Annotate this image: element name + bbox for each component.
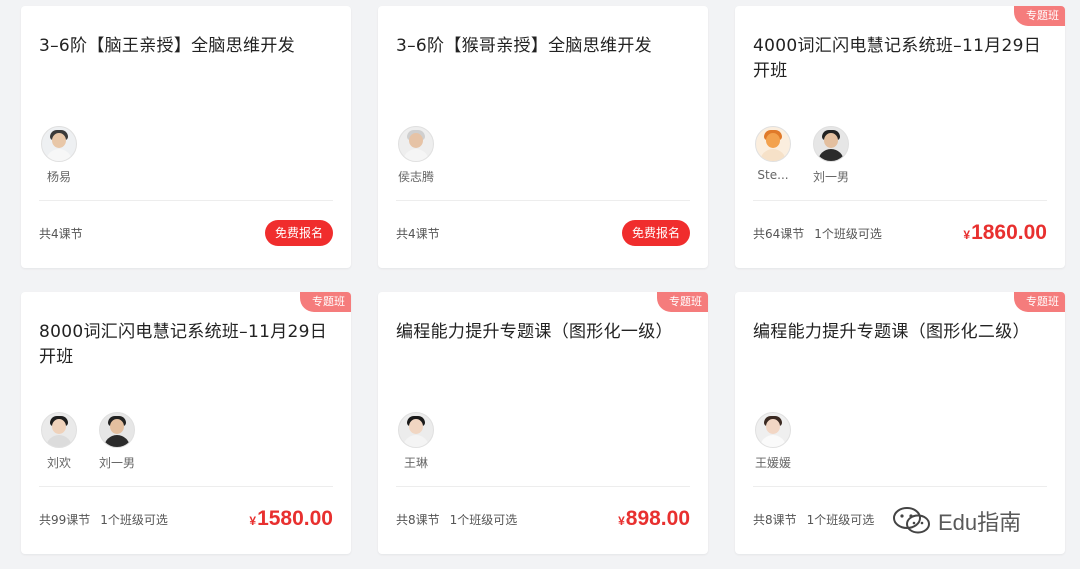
topic-class-badge: 专题班 — [1014, 6, 1065, 26]
class-options: 1个班级可选 — [100, 512, 168, 527]
avatar — [41, 412, 77, 448]
class-options: 1个班级可选 — [814, 226, 882, 241]
course-price: ¥898.00 — [618, 507, 690, 531]
teacher-name: 王媛媛 — [754, 456, 791, 470]
teacher-list: 杨易 — [39, 126, 79, 185]
course-meta: 共4课节 — [39, 225, 83, 242]
course-card[interactable]: 专题班 编程能力提升专题课（图形化一级） 王琳 共8课节 1个班级可选 ¥898… — [378, 292, 708, 554]
topic-class-badge: 专题班 — [657, 292, 708, 312]
currency-symbol: ¥ — [618, 514, 625, 528]
card-footer: 共8课节 1个班级可选 — [753, 497, 1047, 541]
class-options: 1个班级可选 — [806, 512, 875, 527]
course-meta: 共8课节 1个班级可选 — [396, 511, 517, 528]
course-price: ¥1580.00 — [249, 507, 333, 531]
course-card[interactable]: 3–6阶【脑王亲授】全脑思维开发 杨易 共4课节 免费报名 — [21, 6, 351, 268]
lesson-count: 共8课节 — [753, 512, 797, 527]
course-meta: 共4课节 — [396, 225, 440, 242]
teacher[interactable]: 刘欢 — [39, 412, 79, 471]
divider — [753, 200, 1047, 201]
topic-class-badge: 专题班 — [1014, 292, 1065, 312]
course-title[interactable]: 编程能力提升专题课（图形化二级） — [753, 320, 1043, 345]
teacher[interactable]: 杨易 — [39, 126, 79, 185]
avatar — [99, 412, 135, 448]
course-title[interactable]: 8000词汇闪电慧记系统班–11月29日开班 — [39, 320, 329, 370]
course-card[interactable]: 专题班 4000词汇闪电慧记系统班–11月29日开班 Ste... 刘一男 共6… — [735, 6, 1065, 268]
topic-class-badge: 专题班 — [300, 292, 351, 312]
teacher[interactable]: 刘一男 — [97, 412, 137, 471]
course-meta: 共64课节 1个班级可选 — [753, 225, 882, 242]
teacher-name: 王琳 — [403, 456, 428, 470]
lesson-count: 共99课节 — [39, 512, 91, 527]
divider — [396, 486, 690, 487]
card-footer: 共99课节 1个班级可选 ¥1580.00 — [39, 497, 333, 541]
teacher-list: 王琳 — [396, 412, 436, 471]
price-value: 898.00 — [625, 507, 690, 530]
teacher[interactable]: 侯志腾 — [396, 126, 436, 185]
teacher-list: 刘欢 刘一男 — [39, 412, 137, 471]
teacher-name: 刘一男 — [812, 170, 849, 184]
course-price: ¥1860.00 — [963, 221, 1047, 245]
teacher-list: Ste... 刘一男 — [753, 126, 851, 185]
teacher[interactable]: 王媛媛 — [753, 412, 793, 471]
price-value: 1580.00 — [257, 507, 333, 530]
teacher[interactable]: Ste... — [753, 126, 793, 185]
avatar — [398, 126, 434, 162]
teacher-name: Ste... — [757, 168, 789, 182]
teacher-list: 侯志腾 — [396, 126, 436, 185]
divider — [39, 200, 333, 201]
course-title[interactable]: 3–6阶【猴哥亲授】全脑思维开发 — [396, 34, 686, 59]
course-card[interactable]: 专题班 编程能力提升专题课（图形化二级） 王媛媛 共8课节 1个班级可选 — [735, 292, 1065, 554]
teacher[interactable]: 王琳 — [396, 412, 436, 471]
divider — [39, 486, 333, 487]
lesson-count: 共4课节 — [396, 226, 440, 241]
avatar — [755, 412, 791, 448]
currency-symbol: ¥ — [249, 514, 257, 528]
course-title[interactable]: 4000词汇闪电慧记系统班–11月29日开班 — [753, 34, 1043, 84]
teacher-name: 侯志腾 — [397, 170, 434, 184]
class-options: 1个班级可选 — [449, 512, 518, 527]
course-title[interactable]: 编程能力提升专题课（图形化一级） — [396, 320, 686, 345]
course-card[interactable]: 3–6阶【猴哥亲授】全脑思维开发 侯志腾 共4课节 免费报名 — [378, 6, 708, 268]
divider — [396, 200, 690, 201]
course-meta: 共8课节 1个班级可选 — [753, 511, 874, 528]
avatar — [755, 126, 791, 162]
divider — [753, 486, 1047, 487]
currency-symbol: ¥ — [963, 228, 971, 242]
course-title[interactable]: 3–6阶【脑王亲授】全脑思维开发 — [39, 34, 329, 59]
card-footer: 共4课节 免费报名 — [39, 211, 333, 255]
free-signup-button[interactable]: 免费报名 — [264, 220, 333, 246]
lesson-count: 共64课节 — [753, 226, 805, 241]
course-meta: 共99课节 1个班级可选 — [39, 511, 168, 528]
course-card[interactable]: 专题班 8000词汇闪电慧记系统班–11月29日开班 刘欢 刘一男 共99课节 … — [21, 292, 351, 554]
lesson-count: 共8课节 — [396, 512, 440, 527]
avatar — [813, 126, 849, 162]
teacher-name: 刘欢 — [46, 456, 71, 470]
teacher-name: 杨易 — [46, 170, 71, 184]
card-footer: 共64课节 1个班级可选 ¥1860.00 — [753, 211, 1047, 255]
card-footer: 共8课节 1个班级可选 ¥898.00 — [396, 497, 690, 541]
course-grid: 3–6阶【脑王亲授】全脑思维开发 杨易 共4课节 免费报名 3–6阶【猴哥亲授】… — [0, 0, 1080, 569]
price-value: 1860.00 — [971, 221, 1047, 244]
lesson-count: 共4课节 — [39, 226, 83, 241]
teacher-list: 王媛媛 — [753, 412, 793, 471]
card-footer: 共4课节 免费报名 — [396, 211, 690, 255]
avatar — [398, 412, 434, 448]
teacher-name: 刘一男 — [98, 456, 135, 470]
avatar — [41, 126, 77, 162]
teacher[interactable]: 刘一男 — [811, 126, 851, 185]
free-signup-button[interactable]: 免费报名 — [621, 220, 690, 246]
